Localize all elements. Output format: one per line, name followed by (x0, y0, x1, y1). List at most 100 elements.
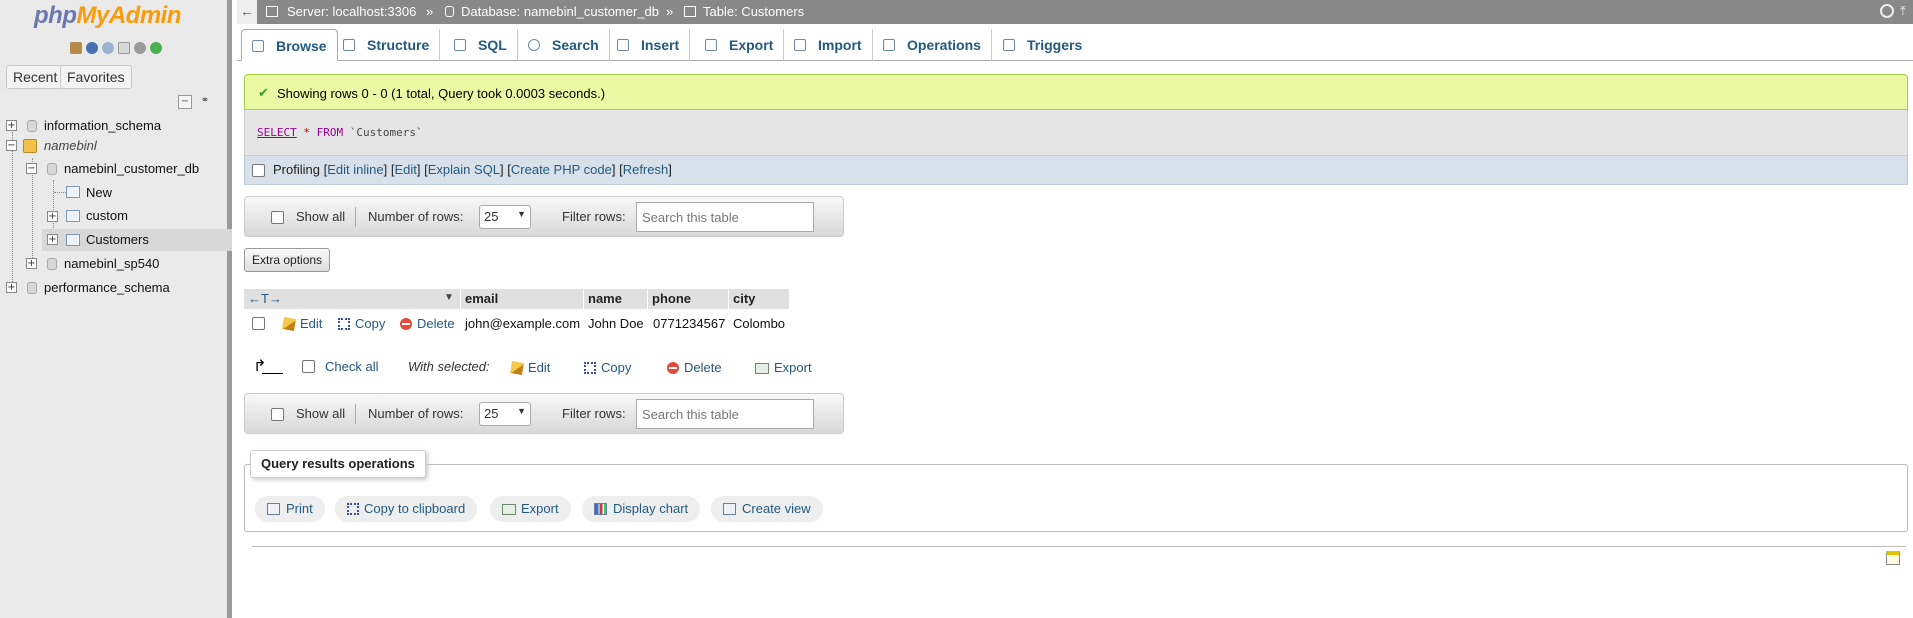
recent-button[interactable]: Recent (6, 65, 65, 89)
show-all-checkbox[interactable] (271, 408, 284, 421)
tab-export[interactable]: Export (695, 29, 785, 61)
tree-new-table[interactable]: New (86, 185, 112, 200)
tab-operations[interactable]: Operations (873, 29, 992, 61)
database-icon (27, 120, 37, 132)
expand-information-schema[interactable]: + (6, 120, 17, 131)
extra-options-button[interactable]: Extra options (244, 248, 331, 272)
sql-query-text: SELECT * FROM `Customers` (257, 126, 423, 139)
edit-query-link[interactable]: Edit (394, 162, 416, 177)
profiling-checkbox[interactable] (252, 164, 265, 177)
expand-performance-schema[interactable]: + (6, 282, 17, 293)
database-icon (47, 163, 57, 175)
table-icon (66, 210, 80, 222)
favorites-button[interactable]: Favorites (60, 65, 132, 89)
settings-icon[interactable] (134, 42, 146, 54)
tree-db-namebinl-sp540[interactable]: namebinl_sp540 (64, 256, 159, 271)
settings-gear-icon[interactable] (1880, 4, 1894, 18)
tree-db-information-schema[interactable]: information_schema (44, 118, 161, 133)
filter-rows-input[interactable]: Search this table (636, 202, 814, 232)
column-header-city[interactable]: city (729, 289, 790, 309)
cell-phone[interactable]: 0771234567 (653, 316, 725, 331)
expand-customers[interactable]: + (47, 234, 58, 245)
print-button[interactable]: Print (255, 496, 325, 522)
bulk-copy-button[interactable]: Copy (584, 360, 631, 375)
row-copy-button[interactable]: Copy (338, 316, 385, 331)
link-with-main-icon[interactable]: ⚭ (198, 95, 212, 109)
tree-db-namebinl-customer-db[interactable]: namebinl_customer_db (64, 161, 199, 176)
tree-table-custom[interactable]: custom (86, 208, 128, 223)
create-view-button[interactable]: Create view (711, 496, 823, 522)
pencil-icon (282, 317, 296, 331)
database-icon (27, 282, 37, 294)
database-icon (47, 258, 57, 270)
copy-to-clipboard-button[interactable]: Copy to clipboard (335, 496, 478, 522)
breadcrumb-server[interactable]: Server: localhost:3306 (287, 4, 416, 19)
console-icon[interactable] (1886, 551, 1900, 565)
cell-city[interactable]: Colombo (733, 316, 785, 331)
breadcrumb-table[interactable]: Table: Customers (703, 4, 804, 19)
show-all-checkbox[interactable] (271, 211, 284, 224)
collapse-customer-db[interactable]: − (26, 163, 37, 174)
profiling-links: Profiling [Edit inline] [Edit] [Explain … (273, 162, 672, 177)
help-icon[interactable] (102, 42, 114, 54)
tree-group-namebinl[interactable]: namebinl (44, 138, 97, 153)
row-edit-button[interactable]: Edit (282, 316, 322, 331)
show-all-label: Show all (296, 209, 346, 224)
tree-table-customers[interactable]: Customers (86, 232, 149, 247)
collapse-all-button[interactable]: − (178, 95, 192, 109)
tab-search[interactable]: Search (518, 29, 610, 61)
rows-per-page-select[interactable]: 25 ▼ (479, 205, 531, 229)
rows-per-page-select[interactable]: 25 ▼ (479, 402, 531, 426)
bulk-delete-button[interactable]: Delete (667, 360, 722, 375)
filter-rows-label: Filter rows: (562, 209, 626, 224)
cell-email[interactable]: john@example.com (465, 316, 580, 331)
tab-import[interactable]: Import (784, 29, 873, 61)
docs-icon[interactable] (118, 42, 130, 54)
sql-icon (454, 39, 466, 51)
delete-icon (400, 318, 412, 330)
filter-rows-input[interactable]: Search this table (636, 399, 814, 429)
column-header-phone[interactable]: phone (648, 289, 729, 309)
collapse-topbar-icon[interactable]: ⤒ (1900, 3, 1906, 19)
tab-triggers[interactable]: Triggers (993, 29, 1092, 61)
row-checkbox[interactable] (252, 317, 265, 330)
bulk-export-button[interactable]: Export (755, 360, 812, 375)
export-results-button[interactable]: Export (490, 496, 571, 522)
sort-dropdown-icon[interactable]: ▼ (444, 292, 454, 303)
breadcrumb-database[interactable]: Database: namebinl_customer_db (461, 4, 659, 19)
bulk-edit-button[interactable]: Edit (510, 360, 550, 375)
expand-custom[interactable]: + (47, 211, 58, 222)
column-header-email[interactable]: email (461, 289, 584, 309)
expand-sp540[interactable]: + (26, 258, 37, 269)
tab-sql[interactable]: SQL (444, 29, 518, 61)
check-all-checkbox[interactable] (302, 360, 315, 373)
edit-inline-link[interactable]: Edit inline (327, 162, 383, 177)
check-all-label[interactable]: Check all (325, 359, 378, 374)
number-of-rows-label: Number of rows: (368, 406, 464, 421)
tab-structure[interactable]: Structure (333, 29, 441, 61)
column-header-name[interactable]: name (584, 289, 648, 309)
refresh-link[interactable]: Refresh (623, 162, 669, 177)
tab-insert[interactable]: Insert (607, 29, 691, 61)
copy-icon (584, 362, 596, 374)
sql-query-box[interactable]: SELECT * FROM `Customers` (244, 110, 1908, 155)
tree-db-performance-schema[interactable]: performance_schema (44, 280, 170, 295)
row-delete-button[interactable]: Delete (400, 316, 455, 331)
logout-icon[interactable] (86, 42, 98, 54)
insert-icon (617, 39, 629, 51)
collapse-namebinl[interactable]: − (6, 140, 17, 151)
create-php-code-link[interactable]: Create PHP code (511, 162, 612, 177)
explain-sql-link[interactable]: Explain SQL (428, 162, 500, 177)
phpmyadmin-logo[interactable]: phpMyAdmin (34, 2, 181, 30)
structure-icon (343, 39, 355, 51)
profiling-label: Profiling (273, 162, 320, 177)
cell-name[interactable]: John Doe (588, 316, 644, 331)
tab-browse[interactable]: Browse (241, 29, 338, 61)
display-chart-button[interactable]: Display chart (582, 496, 701, 522)
column-arrows[interactable]: ←T→ (248, 291, 282, 306)
arrow-line (262, 373, 283, 374)
home-icon[interactable] (70, 42, 82, 54)
back-button[interactable]: ← (237, 0, 257, 24)
reload-icon[interactable] (150, 42, 162, 54)
filter-rows-label: Filter rows: (562, 406, 626, 421)
